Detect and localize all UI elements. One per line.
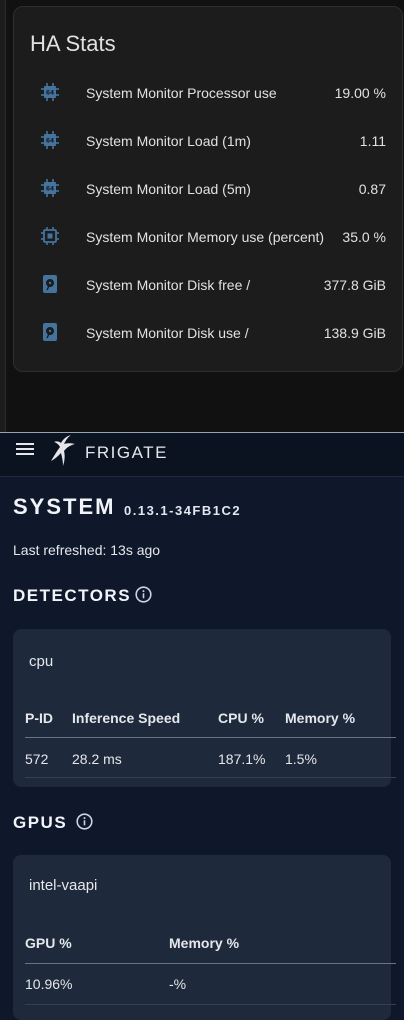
ha-entity-row[interactable]: 64 System Monitor Processor use 19.00 % xyxy=(14,69,402,117)
column-header: GPU % xyxy=(25,935,72,951)
ha-entity-value: 0.87 xyxy=(358,181,386,197)
cpu-64bit-icon: 64 xyxy=(41,131,59,149)
detector-card: cpu P-ID Inference Speed CPU % Memory % … xyxy=(13,629,396,787)
ha-entity-value: 1.11 xyxy=(359,133,386,149)
ha-card-title: HA Stats xyxy=(30,31,116,56)
detectors-heading: DETECTORS xyxy=(13,586,132,605)
memory-chip-icon xyxy=(41,227,59,245)
gpu-card: intel-vaapi GPU % Memory % 10.96% -% xyxy=(13,855,396,1020)
ha-entity-label: System Monitor Disk use / xyxy=(86,325,249,341)
column-header: Memory % xyxy=(169,935,240,951)
frigate-topbar: FRIGATE xyxy=(0,432,404,477)
harddisk-icon xyxy=(43,275,57,293)
ha-entity-label: System Monitor Memory use (percent) xyxy=(86,229,325,245)
ha-entity-row[interactable]: System Monitor Disk free / 377.8 GiB xyxy=(14,261,402,309)
detector-name: cpu xyxy=(29,653,54,670)
ha-entity-label: System Monitor Disk free / xyxy=(86,277,251,293)
info-icon[interactable] xyxy=(76,813,93,830)
ha-side-strip xyxy=(0,0,6,432)
ha-entity-row[interactable]: System Monitor Memory use (percent) 35.0… xyxy=(14,213,402,261)
version-label: 0.13.1-34FB1C2 xyxy=(124,503,242,518)
table-header-divider xyxy=(25,737,396,738)
table-cell: 10.96% xyxy=(25,976,73,992)
column-header: Inference Speed xyxy=(72,710,181,726)
svg-text:64: 64 xyxy=(46,90,54,97)
ha-entity-value: 35.0 % xyxy=(342,229,386,245)
last-refreshed-text: Last refreshed: 13s ago xyxy=(13,542,161,558)
table-header-divider xyxy=(25,963,396,964)
ha-entity-value: 138.9 GiB xyxy=(323,325,386,341)
frigate-bird-logo-icon xyxy=(51,435,75,466)
table-cell: 28.2 ms xyxy=(72,751,122,767)
column-header: CPU % xyxy=(218,710,264,726)
ha-entity-label: System Monitor Load (1m) xyxy=(86,133,251,149)
cpu-64bit-icon: 64 xyxy=(41,179,59,197)
table-cell: 187.1% xyxy=(218,751,266,767)
ha-entity-value: 377.8 GiB xyxy=(323,277,386,293)
page-title: SYSTEM xyxy=(13,494,116,519)
column-header: P-ID xyxy=(25,710,53,726)
table-cell: 1.5% xyxy=(285,751,317,767)
cpu-64bit-icon: 64 xyxy=(41,83,59,101)
gpus-heading: GPUS xyxy=(13,813,68,832)
ha-entity-row[interactable]: 64 System Monitor Load (5m) 0.87 xyxy=(14,165,402,213)
gpu-name: intel-vaapi xyxy=(29,877,98,894)
harddisk-icon xyxy=(43,323,57,341)
ha-entity-label: System Monitor Processor use xyxy=(86,85,277,101)
ha-stats-card: HA Stats 64 System Monitor Processor use… xyxy=(13,6,403,372)
table-row-divider xyxy=(25,777,396,778)
table-cell: -% xyxy=(169,976,187,992)
hamburger-menu-icon[interactable] xyxy=(16,441,36,457)
table-row-divider xyxy=(25,1004,396,1005)
table-cell: 572 xyxy=(25,751,49,767)
column-header: Memory % xyxy=(285,710,356,726)
ha-entity-label: System Monitor Load (5m) xyxy=(86,181,251,197)
svg-text:64: 64 xyxy=(46,186,54,193)
info-icon[interactable] xyxy=(135,586,152,603)
ha-entity-row[interactable]: 64 System Monitor Load (1m) 1.11 xyxy=(14,117,402,165)
svg-text:64: 64 xyxy=(46,138,54,145)
frigate-brand[interactable]: FRIGATE xyxy=(85,443,168,463)
ha-entity-row[interactable]: System Monitor Disk use / 138.9 GiB xyxy=(14,309,402,357)
ha-entity-value: 19.00 % xyxy=(334,85,386,101)
